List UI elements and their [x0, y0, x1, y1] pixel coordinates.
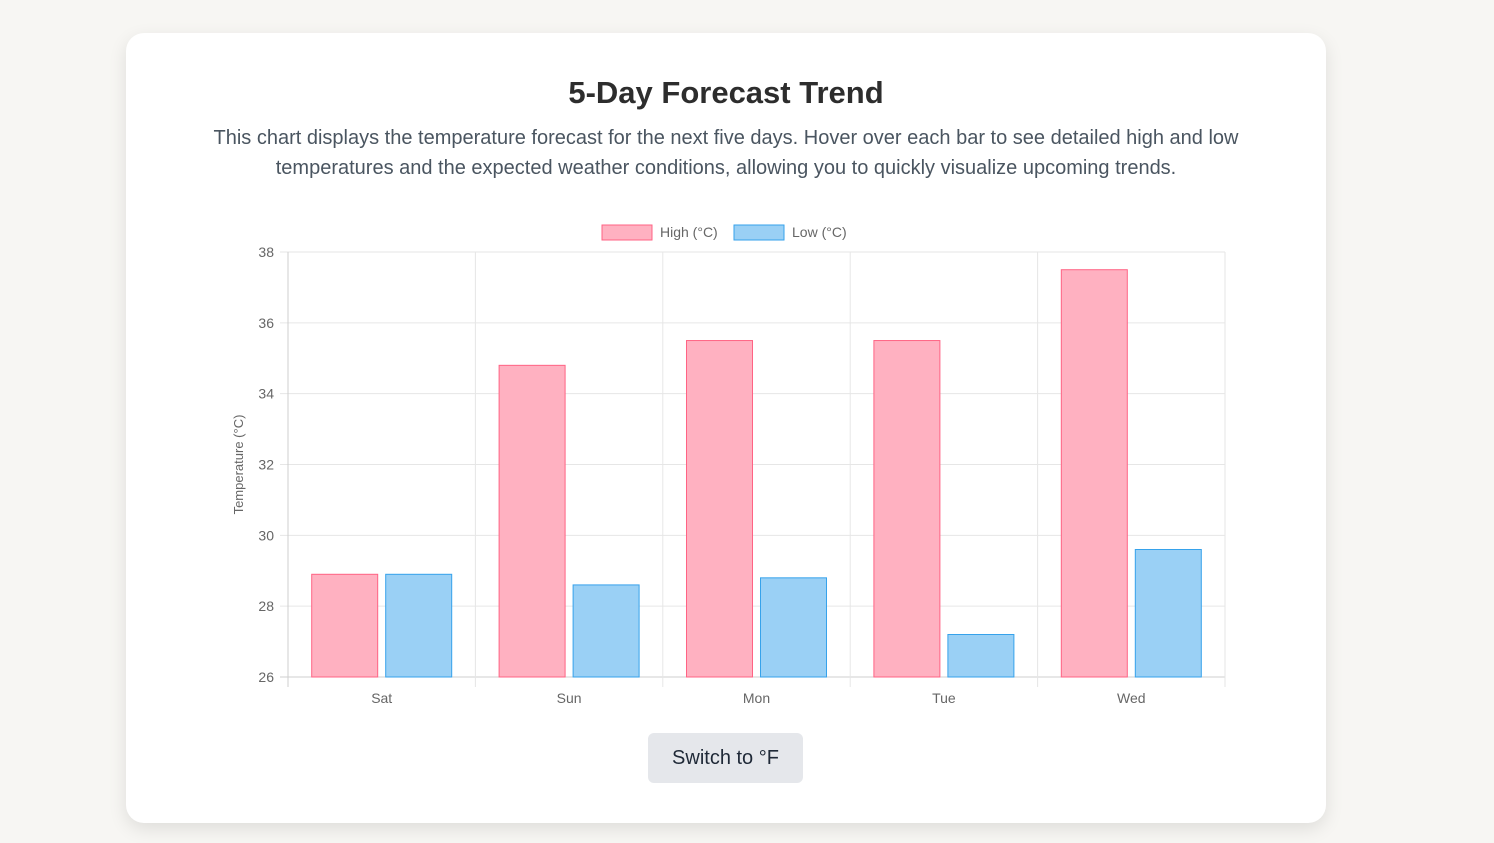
x-tick-label: Sun: [557, 690, 582, 706]
bar-high-sat[interactable]: [311, 573, 379, 678]
x-tick-label: Mon: [743, 690, 770, 706]
y-tick-label: 26: [258, 669, 274, 685]
bar-low-mon[interactable]: [760, 577, 827, 678]
y-tick-label: 34: [258, 386, 274, 402]
x-tick-label: Wed: [1117, 690, 1146, 706]
bar-low-sun[interactable]: [572, 584, 640, 678]
unit-toggle-button[interactable]: Switch to °F: [648, 733, 803, 783]
y-axis-title: Temperature (°C): [231, 415, 246, 515]
forecast-bar-chart[interactable]: 26 28 30 32 34 36 38 Sat Sun Mon Tue Wed Temperature…: [126, 33, 1326, 823]
y-tick-label: 28: [258, 598, 274, 614]
y-tick-label: 36: [258, 315, 274, 331]
bar-low-tue[interactable]: [947, 634, 1015, 678]
bar-high-sun[interactable]: [498, 364, 566, 678]
legend-swatch-low[interactable]: [733, 224, 785, 241]
legend-label-low[interactable]: Low (°C): [792, 224, 847, 240]
bar-low-wed[interactable]: [1134, 549, 1202, 678]
y-tick-label: 30: [258, 527, 274, 543]
x-tick-label: Tue: [932, 690, 956, 706]
bar-low-sat[interactable]: [385, 573, 453, 678]
forecast-card: 5-Day Forecast Trend This chart displays…: [126, 33, 1326, 823]
bar-high-wed[interactable]: [1060, 269, 1128, 678]
bar-high-tue[interactable]: [873, 340, 941, 678]
legend-label-high[interactable]: High (°C): [660, 224, 718, 240]
y-tick-label: 32: [258, 457, 274, 473]
chart-area: 26 28 30 32 34 36 38 Sat Sun Mon Tue Wed Temperature…: [126, 33, 1326, 823]
legend-swatch-high[interactable]: [601, 224, 653, 241]
bar-high-mon[interactable]: [686, 340, 753, 678]
y-tick-label: 38: [258, 244, 274, 260]
x-tick-label: Sat: [371, 690, 392, 706]
